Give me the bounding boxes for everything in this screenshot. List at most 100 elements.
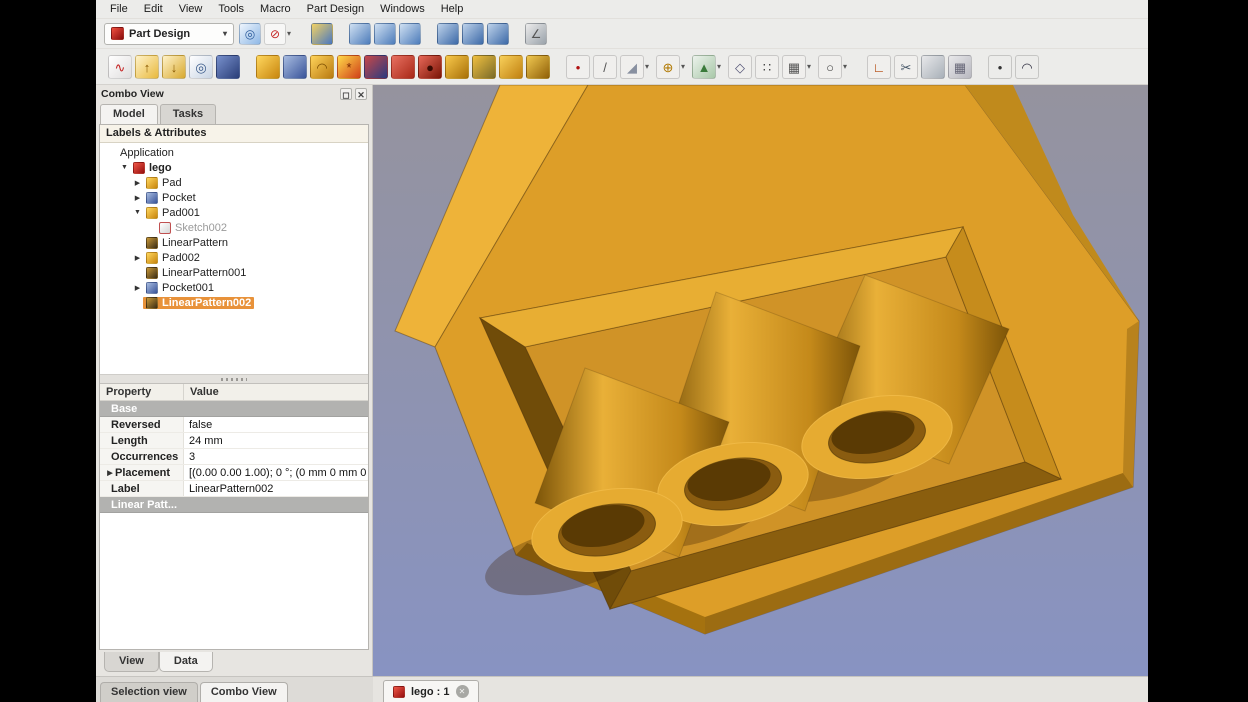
linear-pattern-icon[interactable]: ▦ ▾ (782, 55, 815, 79)
tree-item-icon (146, 177, 158, 189)
tree-item-icon (159, 222, 171, 234)
property-row[interactable]: ▶ Placement [(0.00 0.00 1.00); 0 °; (0 m… (100, 465, 368, 481)
property-row[interactable]: Label LinearPattern002 (100, 481, 368, 497)
tree-item[interactable]: ▶ Pad (100, 175, 368, 190)
tree-item[interactable]: ▼ Pad001 (100, 205, 368, 220)
draft-icon[interactable] (526, 55, 550, 79)
tree-expander-icon[interactable]: ▶ (132, 194, 143, 202)
panel-splitter[interactable] (100, 375, 368, 384)
mirrored-icon[interactable]: ∷ (755, 55, 779, 79)
property-expander-icon[interactable]: ▶ (105, 469, 115, 477)
zoom-selection-icon[interactable]: ◎ (239, 23, 261, 45)
view-right-icon[interactable] (399, 23, 421, 45)
tree-item[interactable]: Sketch002 (100, 220, 368, 235)
revolution-icon[interactable]: ◠ (310, 55, 334, 79)
datum-line-icon[interactable]: / (593, 55, 617, 79)
property-row[interactable]: Occurrences 3 (100, 449, 368, 465)
tab-model[interactable]: Model (100, 104, 158, 124)
close-panel-icon[interactable]: ✕ (355, 88, 367, 100)
tree-item[interactable]: ▶ Pocket001 (100, 280, 368, 295)
tree-item-label: Application (120, 147, 174, 159)
thickness-icon[interactable] (445, 55, 469, 79)
menu-file[interactable]: File (102, 1, 136, 17)
datum-plane-icon[interactable]: ◢ ▾ (620, 55, 653, 79)
tree-item[interactable]: LinearPattern002 (100, 295, 368, 310)
view-top-icon[interactable] (374, 23, 396, 45)
menu-windows[interactable]: Windows (372, 1, 433, 17)
measure-icon[interactable]: ∠ (525, 23, 547, 45)
pipe-icon[interactable] (472, 55, 496, 79)
chamfer-box-icon[interactable] (921, 55, 945, 79)
trim-icon[interactable]: ✂ (894, 55, 918, 79)
tree-expander-icon[interactable]: ▶ (132, 179, 143, 187)
property-value[interactable]: [(0.00 0.00 1.00); 0 °; (0 mm 0 mm 0 ... (184, 467, 368, 479)
property-row[interactable]: Linear Patt... (100, 497, 368, 513)
validate-sketch-icon[interactable]: ◎ (189, 55, 213, 79)
property-row[interactable]: Reversed false (100, 417, 368, 433)
axonometric-view-icon[interactable] (311, 23, 333, 45)
property-value[interactable]: 24 mm (184, 435, 368, 447)
menu-tools[interactable]: Tools (210, 1, 252, 17)
clone-icon[interactable]: ◇ (728, 55, 752, 79)
subtractive-wedge-icon[interactable] (391, 55, 415, 79)
tree-item[interactable]: ▶ Pad002 (100, 250, 368, 265)
tree-expander-icon[interactable]: ▼ (132, 209, 143, 216)
toolbar-part-design: ∿ ↑ ↓ ◎ (96, 48, 1148, 85)
property-row[interactable]: Length 24 mm (100, 433, 368, 449)
bottom-tab-combo-view[interactable]: Combo View (200, 682, 288, 702)
datum-axis-icon[interactable]: ∟ (867, 55, 891, 79)
edit-sketch-icon[interactable]: ↑ (135, 55, 159, 79)
polar-pattern-icon[interactable]: ○ ▾ (818, 55, 851, 79)
datum-point-icon[interactable]: • (566, 55, 590, 79)
menu-view[interactable]: View (171, 1, 211, 17)
map-sketch-icon[interactable]: ↓ (162, 55, 186, 79)
sketch-arc-icon[interactable]: ◠ (1015, 55, 1039, 79)
tree-item[interactable]: Application (100, 145, 368, 160)
pocket-icon[interactable] (283, 55, 307, 79)
loft-icon[interactable] (499, 55, 523, 79)
tree-expander-icon[interactable]: ▼ (119, 164, 130, 171)
property-value[interactable]: 3 (184, 451, 368, 463)
view-left-icon[interactable] (487, 23, 509, 45)
boolean-icon[interactable] (364, 55, 388, 79)
property-row[interactable]: Base (100, 401, 368, 417)
panel-tab-view[interactable]: View (104, 652, 159, 672)
3d-viewport[interactable] (373, 85, 1148, 676)
view-front-icon[interactable] (349, 23, 371, 45)
close-tab-icon[interactable]: ✕ (456, 685, 469, 698)
menu-edit[interactable]: Edit (136, 1, 171, 17)
shape-binder-icon[interactable]: ▲ ▾ (692, 55, 725, 79)
new-sketch-icon[interactable]: ∿ (108, 55, 132, 79)
model-tree[interactable]: Application ▼ lego ▶ (100, 143, 368, 375)
splitter-grip[interactable] (221, 378, 247, 381)
tree-expander-icon[interactable]: ▶ (132, 284, 143, 292)
property-value[interactable]: false (184, 419, 368, 431)
check-geometry-icon[interactable] (216, 55, 240, 79)
menu-macro[interactable]: Macro (252, 1, 299, 17)
view-bottom-icon[interactable] (462, 23, 484, 45)
tab-tasks[interactable]: Tasks (160, 104, 216, 124)
property-value[interactable]: LinearPattern002 (184, 483, 368, 495)
workbench-selector[interactable]: Part Design ▾ (104, 23, 234, 45)
panel-tab-data[interactable]: Data (159, 652, 213, 672)
groove-icon[interactable]: * (337, 55, 361, 79)
tree-item[interactable]: ▼ lego (100, 160, 368, 175)
menu-bar: File Edit View Tools Macro Part Design W… (96, 0, 1148, 18)
clip-plane-icon[interactable]: ⊘ ▾ (264, 23, 295, 45)
pad-icon[interactable] (256, 55, 280, 79)
menu-part-design[interactable]: Part Design (299, 1, 372, 17)
float-panel-icon[interactable]: ◻ (340, 88, 352, 100)
workbench-icon (111, 27, 124, 40)
hole-icon[interactable]: ● (418, 55, 442, 79)
view-rear-icon[interactable] (437, 23, 459, 45)
sketch-point-icon[interactable]: • (988, 55, 1012, 79)
bottom-tab-selection-view[interactable]: Selection view (100, 682, 198, 702)
document-tab-lego[interactable]: lego : 1 ✕ (383, 680, 479, 702)
multitransform-icon[interactable]: ▦ (948, 55, 972, 79)
tree-item[interactable]: LinearPattern (100, 235, 368, 250)
tree-item[interactable]: LinearPattern001 (100, 265, 368, 280)
tree-expander-icon[interactable]: ▶ (132, 254, 143, 262)
local-coordinate-system-icon[interactable]: ⊕ ▾ (656, 55, 689, 79)
menu-help[interactable]: Help (433, 1, 472, 17)
tree-item[interactable]: ▶ Pocket (100, 190, 368, 205)
